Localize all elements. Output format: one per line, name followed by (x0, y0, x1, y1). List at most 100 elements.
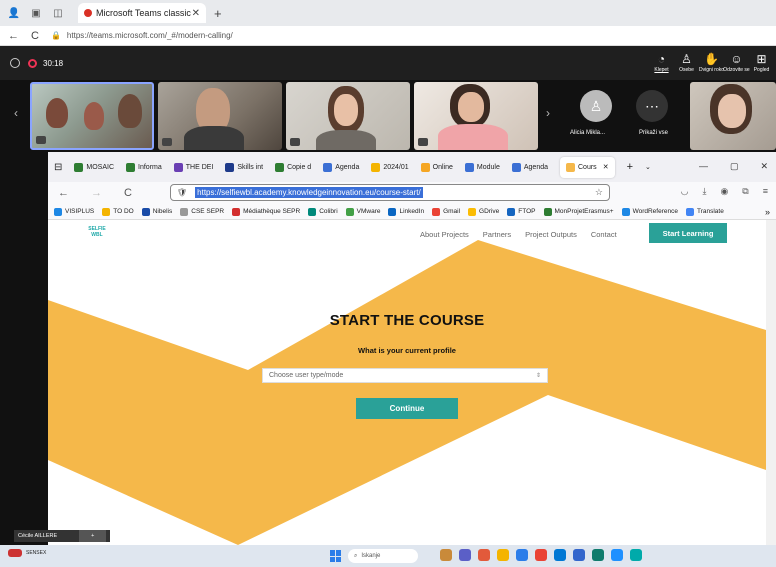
more-icon[interactable]: ⋯ (636, 90, 668, 122)
app-icon[interactable] (478, 549, 490, 561)
profile-icon[interactable]: 👤 (8, 7, 20, 19)
add-button[interactable]: + (79, 530, 107, 542)
workspaces-icon[interactable]: ▣ (30, 7, 42, 19)
tab-2024[interactable]: 2024/01 (371, 162, 409, 172)
forward-icon[interactable]: → (91, 187, 102, 199)
video-strip: ‹ › ♙ Alicia Mikla... ⋯ Prikaži vse (0, 80, 776, 152)
tab-overview-icon[interactable]: ⊟ (54, 162, 62, 173)
weather-widget[interactable]: SENSEX (8, 549, 46, 557)
account-icon[interactable]: ◉ (720, 186, 728, 197)
tab-module[interactable]: Module (464, 162, 500, 172)
video-tile-1[interactable] (30, 82, 154, 150)
bookmark-item[interactable]: Colibri (308, 207, 338, 216)
tab-copie[interactable]: Copie d (275, 162, 311, 172)
new-tab-icon[interactable]: + (214, 6, 222, 21)
taskbar-search-input[interactable]: ⌕ Iskanje (348, 549, 418, 563)
folder-icon[interactable] (497, 549, 509, 561)
bookmark-icon (432, 207, 441, 216)
outer-tab-teams[interactable]: Microsoft Teams classic ✕ (78, 3, 206, 23)
app-icon[interactable] (592, 549, 604, 561)
teams-app-icon[interactable] (459, 549, 471, 561)
video-tile-5[interactable] (690, 82, 776, 150)
chat-button[interactable]: ◔ Klepet (649, 46, 674, 80)
scrollbar[interactable] (766, 220, 776, 545)
lock-icon: 🔒 (50, 31, 61, 40)
tab-the-dei[interactable]: THE DEI (173, 162, 213, 172)
page-title: START THE COURSE (329, 312, 485, 329)
avatar[interactable]: ♙ (580, 90, 612, 122)
bookmark-item[interactable]: TO DO (102, 207, 134, 216)
show-all-label[interactable]: Prikaži vse (639, 130, 668, 136)
bookmark-item[interactable]: WordReference (621, 207, 678, 216)
close-icon[interactable]: ✕ (603, 163, 609, 171)
video-tile-2[interactable] (158, 82, 282, 150)
bookmark-item[interactable]: FTOP (507, 207, 536, 216)
bookmark-item[interactable]: MonProjetErasmus+ (543, 207, 614, 216)
download-icon[interactable]: ⤓ (702, 186, 706, 197)
tab-actions-icon[interactable]: ◫ (52, 7, 64, 19)
tab-mosaic[interactable]: MOSAIC (74, 162, 114, 172)
bookmark-item[interactable]: Gmail (432, 207, 460, 216)
chevron-left-icon[interactable]: ‹ (14, 106, 18, 120)
video-tile-4[interactable] (414, 82, 538, 150)
tab-skills[interactable]: Skills int (225, 162, 263, 172)
nav-project-outputs[interactable]: Project Outputs (525, 230, 577, 239)
bookmark-item[interactable]: VMware (345, 207, 380, 216)
bookmark-icon (468, 207, 477, 216)
pocket-icon[interactable]: ◡ (681, 186, 689, 197)
settings-icon[interactable] (611, 549, 623, 561)
tab-informa[interactable]: Informa (126, 162, 162, 172)
reload-icon[interactable]: C (31, 30, 39, 42)
continue-button[interactable]: Continue (356, 398, 458, 419)
tab-agenda-1[interactable]: Agenda (323, 162, 359, 172)
video-tile-3[interactable] (286, 82, 410, 150)
people-button[interactable]: ♙ Osebe (674, 46, 699, 80)
edge-icon[interactable] (554, 549, 566, 561)
favicon-icon (275, 162, 285, 172)
bookmark-icon (388, 207, 397, 216)
tab-agenda-2[interactable]: Agenda (511, 162, 548, 172)
bookmark-item[interactable]: CSE SEPR (180, 207, 224, 216)
maximize-icon[interactable]: ▢ (730, 161, 739, 172)
back-icon[interactable]: ← (58, 187, 69, 199)
tab-online[interactable]: Online (420, 162, 453, 172)
app-icon[interactable] (630, 549, 642, 561)
site-logo[interactable]: SELFIE WBL (84, 226, 110, 248)
shared-screen: ⊟ MOSAIC Informa THE DEI Skills int Copi… (0, 152, 776, 545)
app-icon[interactable] (440, 549, 452, 561)
tab-cours[interactable]: Cours ✕ (560, 156, 615, 178)
bookmark-item[interactable]: Nibelis (141, 207, 172, 216)
bookmark-item[interactable]: Translate (685, 207, 724, 216)
raise-hand-button[interactable]: ✋ Dvigni roko (699, 46, 724, 80)
close-icon[interactable]: ✕ (760, 161, 768, 172)
back-icon[interactable]: ← (8, 30, 19, 42)
outer-url-text[interactable]: https://teams.microsoft.com/_#/modern-ca… (67, 31, 233, 40)
nav-partners[interactable]: Partners (483, 230, 511, 239)
bookmark-item[interactable]: Médiathèque SEPR (232, 207, 300, 216)
minimize-icon[interactable]: — (699, 161, 708, 172)
close-icon[interactable]: ✕ (192, 8, 200, 19)
chevron-right-icon[interactable]: › (546, 106, 550, 120)
start-icon[interactable] (330, 550, 342, 562)
outlook-icon[interactable] (573, 549, 585, 561)
chevron-right-icon[interactable]: » (765, 207, 770, 217)
bookmark-item[interactable]: LinkedIn (388, 207, 424, 216)
store-icon[interactable] (516, 549, 528, 561)
extensions-icon[interactable]: ⧉ (742, 186, 748, 197)
url-text[interactable]: https://selfiewbl.academy.knowledgeinnov… (195, 187, 423, 198)
view-button[interactable]: ⊞ Pogled (749, 46, 774, 80)
nav-contact[interactable]: Contact (591, 230, 617, 239)
reload-icon[interactable]: C (124, 187, 132, 199)
bookmark-item[interactable]: VISIPLUS (54, 207, 94, 216)
chevron-down-icon[interactable]: ⌄ (645, 163, 651, 171)
bookmark-star-icon[interactable]: ☆ (595, 187, 603, 198)
url-input[interactable]: 🛡 https://selfiewbl.academy.knowledgeinn… (170, 184, 610, 201)
nav-about-projects[interactable]: About Projects (420, 230, 469, 239)
start-learning-button[interactable]: Start Learning (649, 223, 727, 243)
menu-icon[interactable]: ≡ (763, 186, 768, 197)
new-tab-icon[interactable]: + (627, 161, 633, 173)
react-button[interactable]: ☺ Odzovite se (723, 46, 749, 80)
bookmark-item[interactable]: GDrive (468, 207, 499, 216)
user-type-select[interactable]: Choose user type/mode ⇕ (262, 368, 548, 383)
chrome-icon[interactable] (535, 549, 547, 561)
